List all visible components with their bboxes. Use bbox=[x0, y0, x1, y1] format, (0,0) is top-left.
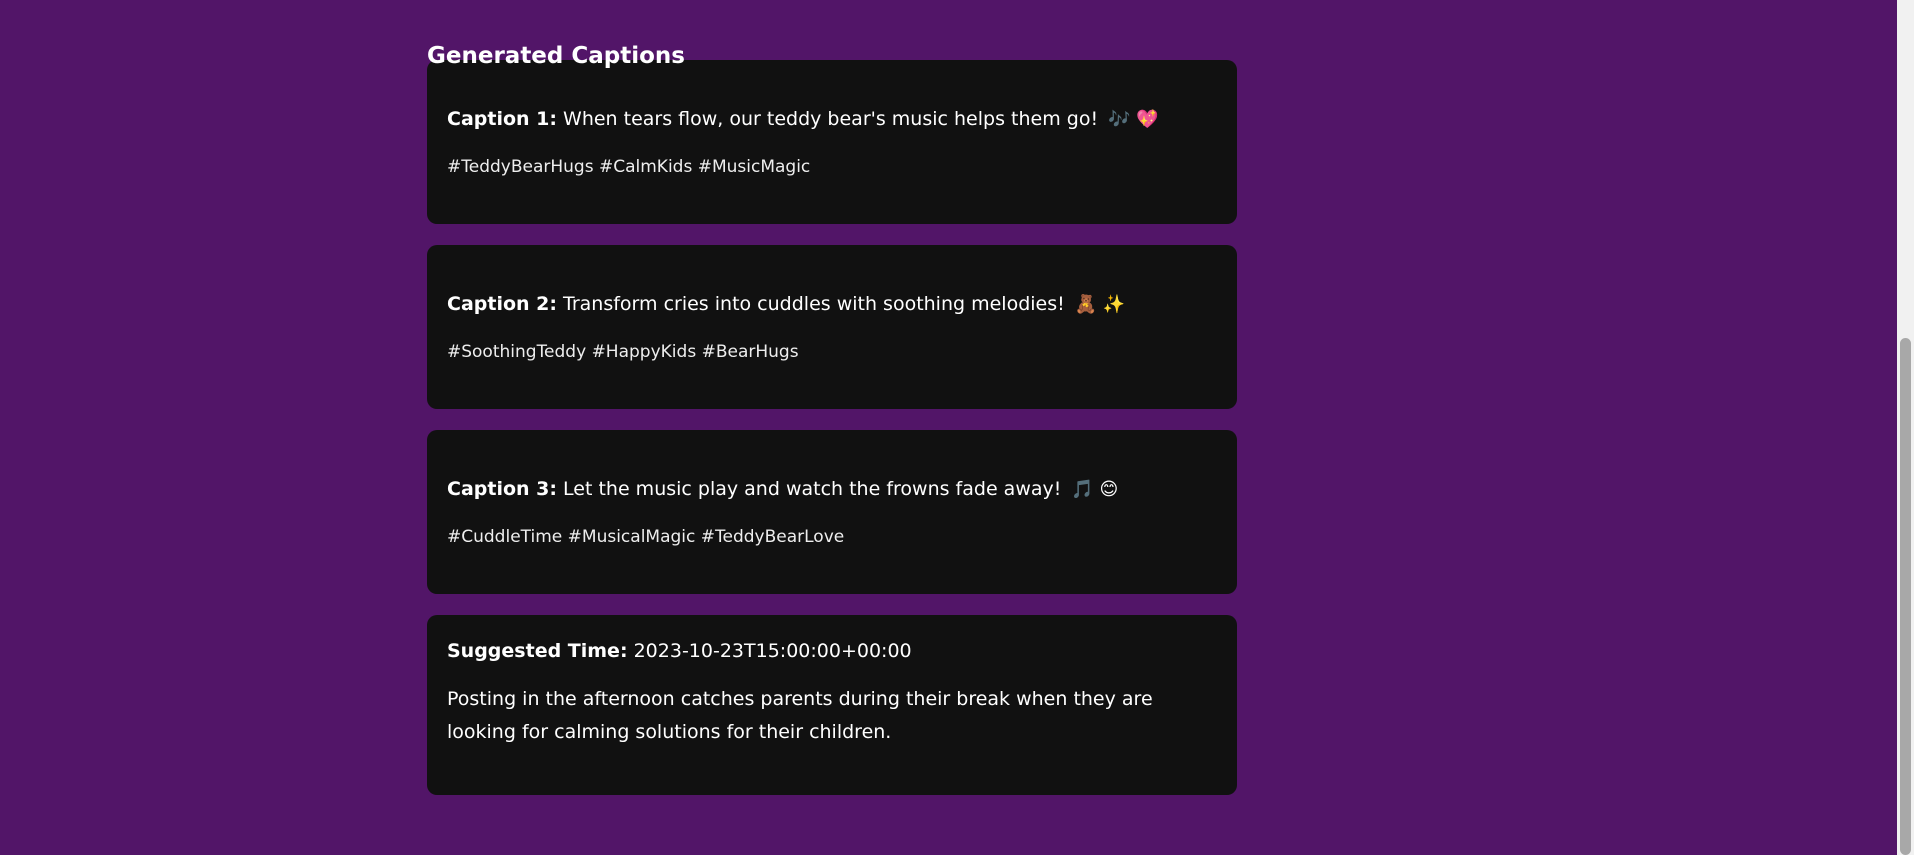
caption-label: Caption 3: bbox=[447, 478, 557, 500]
caption-line: Caption 3: Let the music play and watch … bbox=[447, 474, 1217, 505]
suggested-time-card: Suggested Time: 2023-10-23T15:00:00+00:0… bbox=[427, 615, 1237, 795]
teddy-sparkles-emoji-icon: 🧸 ✨ bbox=[1074, 294, 1126, 315]
caption-text: Let the music play and watch the frowns … bbox=[563, 478, 1062, 500]
caption-text: When tears flow, our teddy bear's music … bbox=[563, 108, 1099, 130]
captions-panel: Generated Captions Caption 1: When tears… bbox=[427, 0, 1237, 816]
caption-hashtags: #TeddyBearHugs #CalmKids #MusicMagic bbox=[447, 157, 811, 177]
page: Generated Captions Caption 1: When tears… bbox=[0, 0, 1914, 855]
caption-card-3: Caption 3: Let the music play and watch … bbox=[427, 430, 1237, 594]
caption-label: Caption 1: bbox=[447, 108, 557, 130]
suggested-time-value: 2023-10-23T15:00:00+00:00 bbox=[633, 640, 912, 662]
caption-hashtags: #CuddleTime #MusicalMagic #TeddyBearLove bbox=[447, 527, 845, 547]
caption-line: Caption 2: Transform cries into cuddles … bbox=[447, 289, 1217, 320]
caption-hashtags: #SoothingTeddy #HappyKids #BearHugs bbox=[447, 342, 799, 362]
music-heart-emoji-icon: 🎶 💖 bbox=[1108, 109, 1159, 130]
caption-line: Caption 1: When tears flow, our teddy be… bbox=[447, 104, 1217, 135]
scrollbar-thumb[interactable] bbox=[1900, 338, 1911, 855]
caption-label: Caption 2: bbox=[447, 293, 557, 315]
caption-text: Transform cries into cuddles with soothi… bbox=[563, 293, 1065, 315]
caption-card-1: Caption 1: When tears flow, our teddy be… bbox=[427, 60, 1237, 224]
section-title: Generated Captions bbox=[427, 43, 685, 69]
suggested-time-description: Posting in the afternoon catches parents… bbox=[447, 688, 1153, 743]
page-scrollbar[interactable] bbox=[1897, 0, 1914, 855]
note-smile-emoji-icon: 🎵 😊 bbox=[1071, 479, 1119, 500]
suggested-time-line: Suggested Time: 2023-10-23T15:00:00+00:0… bbox=[447, 636, 1217, 666]
suggested-time-label: Suggested Time: bbox=[447, 640, 628, 662]
caption-card-2: Caption 2: Transform cries into cuddles … bbox=[427, 245, 1237, 409]
